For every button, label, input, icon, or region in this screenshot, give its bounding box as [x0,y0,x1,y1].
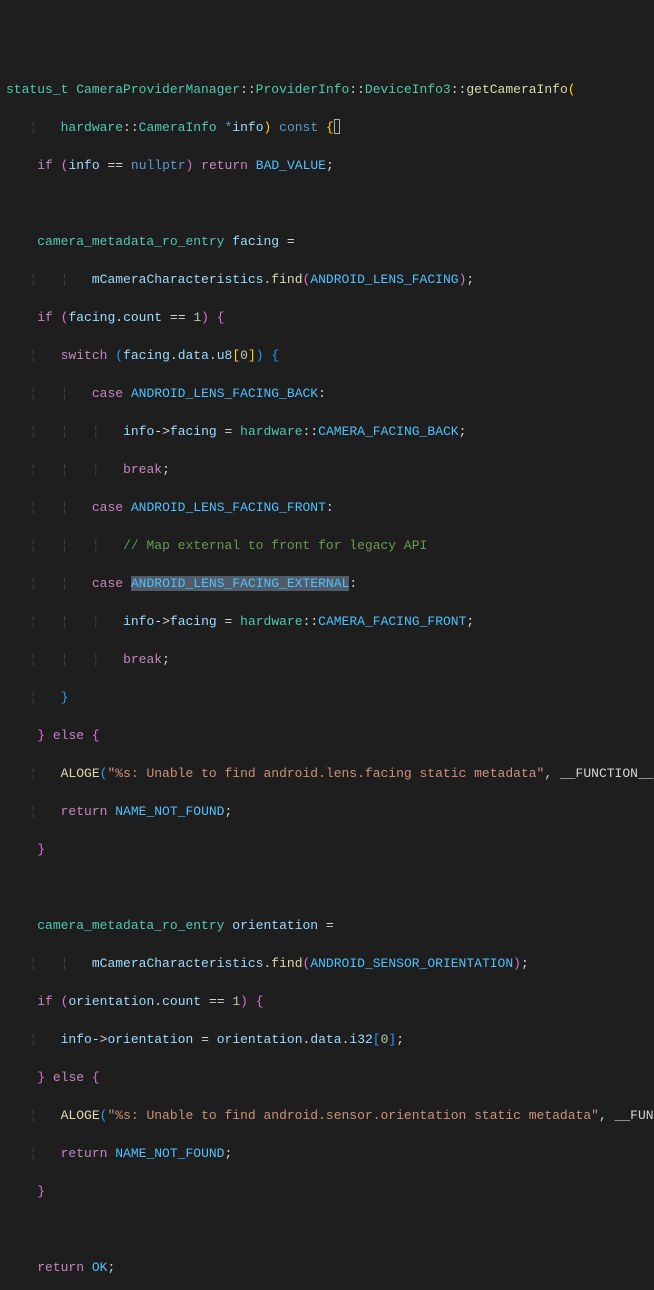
code-line: ¦ ALOGE("%s: Unable to find android.sens… [6,1106,648,1125]
code-line: return OK; [6,1258,648,1277]
type-token: status_t [6,82,68,97]
code-line: ¦ ¦ case ANDROID_LENS_FACING_EXTERNAL: [6,574,648,593]
code-line: ¦ ¦ case ANDROID_LENS_FACING_BACK: [6,384,648,403]
ns-token: ProviderInfo [256,82,350,97]
code-line [6,878,648,897]
code-line: camera_metadata_ro_entry facing = [6,232,648,251]
comment-token: // Map external to front for legacy API [123,538,427,553]
code-line: ¦ ¦ case ANDROID_LENS_FACING_FRONT: [6,498,648,517]
ns-token: DeviceInfo3 [365,82,451,97]
text-cursor [334,119,340,134]
code-line: ¦ switch (facing.data.u8[0]) { [6,346,648,365]
code-line: ¦ ¦ ¦ info->facing = hardware::CAMERA_FA… [6,612,648,631]
code-line: if (orientation.count == 1) { [6,992,648,1011]
fn-token: getCameraInfo [466,82,567,97]
param-token: info [232,120,263,135]
code-line: if (facing.count == 1) { [6,308,648,327]
code-line: ¦ ¦ ¦ break; [6,650,648,669]
code-line: ¦ return NAME_NOT_FOUND; [6,1144,648,1163]
code-line: } else { [6,1068,648,1087]
code-line: ¦ return NAME_NOT_FOUND; [6,802,648,821]
code-line: ¦ } [6,688,648,707]
code-line: } [6,1182,648,1201]
code-line: status_t CameraProviderManager::Provider… [6,80,648,99]
code-line [6,1220,648,1239]
code-line: ¦ hardware::CameraInfo *info) const { [6,118,648,137]
code-line [6,194,648,213]
code-line: if (info == nullptr) return BAD_VALUE; [6,156,648,175]
code-line: ¦ ¦ mCameraCharacteristics.find(ANDROID_… [6,270,648,289]
code-line: ¦ ¦ ¦ break; [6,460,648,479]
code-line: ¦ info->orientation = orientation.data.i… [6,1030,648,1049]
code-line: } [6,840,648,859]
code-line: ¦ ALOGE("%s: Unable to find android.lens… [6,764,648,783]
code-line: } else { [6,726,648,745]
code-line: ¦ ¦ ¦ // Map external to front for legac… [6,536,648,555]
ns-token: hardware [61,120,123,135]
code-line: ¦ ¦ mCameraCharacteristics.find(ANDROID_… [6,954,648,973]
selected-token[interactable]: ANDROID_LENS_FACING_EXTERNAL [131,576,349,591]
ns-token: CameraProviderManager [76,82,240,97]
type-token: CameraInfo [139,120,217,135]
code-line: ¦ ¦ ¦ info->facing = hardware::CAMERA_FA… [6,422,648,441]
code-line: camera_metadata_ro_entry orientation = [6,916,648,935]
const-kw: const [279,120,318,135]
